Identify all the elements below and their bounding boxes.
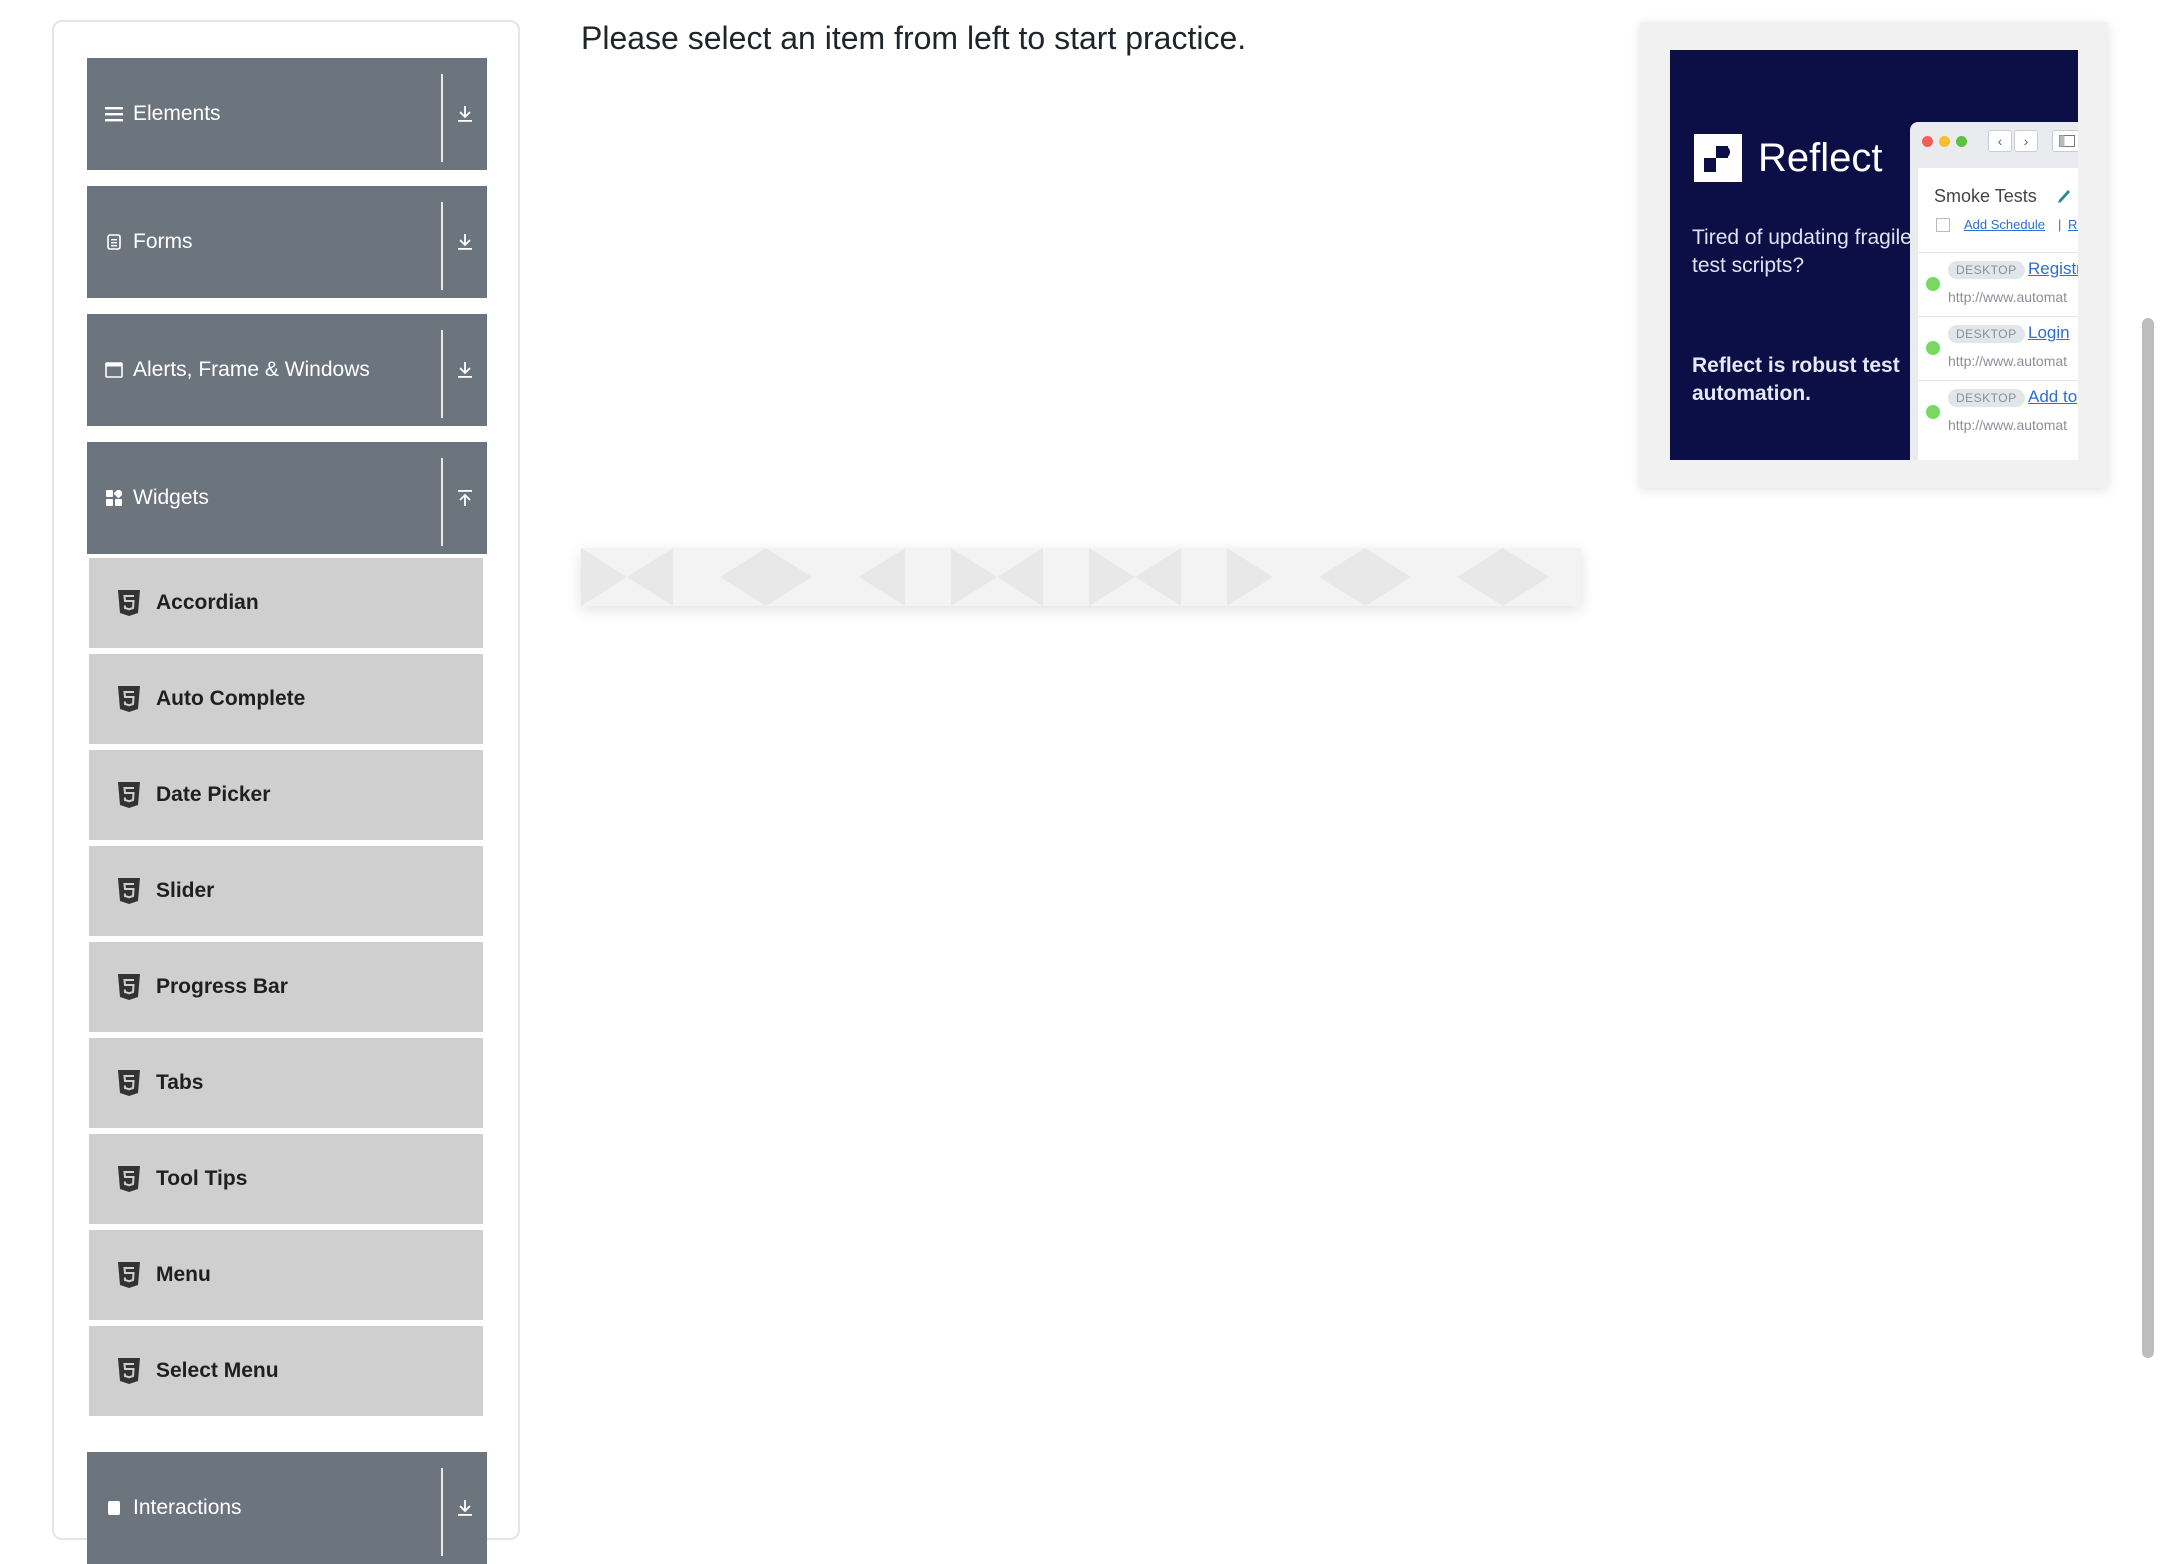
menu-item-slider[interactable]: Slider bbox=[89, 846, 483, 936]
group-label: Interactions bbox=[133, 1496, 242, 1519]
menu-item-tabs[interactable]: Tabs bbox=[89, 1038, 483, 1128]
main-instruction-text: Please select an item from left to start… bbox=[581, 20, 1247, 56]
menu-item-label: Slider bbox=[156, 879, 215, 902]
html5-icon bbox=[116, 1261, 142, 1289]
menu-item-auto-complete[interactable]: Auto Complete bbox=[89, 654, 483, 744]
widgets-icon bbox=[105, 489, 123, 507]
status-dot bbox=[1926, 341, 1940, 355]
group-header-forms[interactable]: Forms bbox=[87, 186, 487, 298]
mock-separator: | bbox=[2058, 217, 2062, 232]
collapse-up-icon[interactable] bbox=[453, 484, 477, 512]
mock-test-link: Add to bbox=[2028, 387, 2078, 406]
window-controls bbox=[1922, 136, 1967, 147]
window-icon bbox=[105, 361, 123, 379]
mock-title: Smoke Tests bbox=[1934, 186, 2037, 206]
banner-ad-placeholder[interactable] bbox=[581, 548, 1581, 606]
menu-item-label: Tool Tips bbox=[156, 1167, 248, 1190]
mock-url: http://www.automat bbox=[1948, 353, 2068, 369]
mock-badge: DESKTOP bbox=[1948, 325, 2025, 343]
reflect-ad[interactable]: Reflect Tired of updating fragile test s… bbox=[1640, 22, 2108, 488]
form-icon bbox=[105, 233, 123, 251]
status-dot bbox=[1926, 405, 1940, 419]
expand-down-icon[interactable] bbox=[453, 356, 477, 384]
reflect-logo-icon bbox=[1694, 134, 1742, 182]
mock-panel: Smoke Tests Add Schedule | Ru DESKTOP Re… bbox=[1918, 168, 2078, 460]
banner-pattern bbox=[581, 548, 1581, 606]
html5-icon bbox=[116, 1069, 142, 1097]
ad-inner: Reflect Tired of updating fragile test s… bbox=[1670, 50, 2078, 460]
html5-icon bbox=[116, 589, 142, 617]
expand-down-icon[interactable] bbox=[453, 100, 477, 128]
menu-item-label: Tabs bbox=[156, 1071, 204, 1094]
reflect-logo: Reflect bbox=[1694, 134, 1883, 182]
chevron-left-icon: ‹ bbox=[1988, 130, 2012, 152]
sidebar-toggle-icon bbox=[2052, 130, 2078, 152]
html5-icon bbox=[116, 877, 142, 905]
expand-down-icon[interactable] bbox=[453, 228, 477, 256]
menu-item-label: Accordian bbox=[156, 591, 259, 614]
menu-item-menu[interactable]: Menu bbox=[89, 1230, 483, 1320]
menu-item-label: Date Picker bbox=[156, 783, 271, 806]
group-header-interactions[interactable]: Interactions bbox=[87, 1452, 487, 1564]
mock-row: DESKTOP Add to http://www.automat bbox=[1918, 380, 2078, 444]
menu-item-accordian[interactable]: Accordian bbox=[89, 558, 483, 648]
group-label: Widgets bbox=[133, 486, 209, 509]
mock-test-link: Login bbox=[2028, 323, 2070, 342]
html5-icon bbox=[116, 1165, 142, 1193]
divider bbox=[441, 1468, 443, 1556]
ad-brand: Reflect bbox=[1758, 135, 1883, 180]
mock-badge: DESKTOP bbox=[1948, 261, 2025, 279]
calendar-icon bbox=[1936, 218, 1950, 232]
status-dot bbox=[1926, 277, 1940, 291]
group-header-elements[interactable]: Elements bbox=[87, 58, 487, 170]
divider bbox=[441, 74, 443, 162]
menu-item-label: Select Menu bbox=[156, 1359, 279, 1382]
mock-row: DESKTOP Login http://www.automat bbox=[1918, 316, 2078, 380]
group-label: Alerts, Frame & Windows bbox=[133, 358, 370, 381]
mock-url: http://www.automat bbox=[1948, 289, 2068, 305]
group-header-alerts-frame-windows[interactable]: Alerts, Frame & Windows bbox=[87, 314, 487, 426]
menu-item-label: Menu bbox=[156, 1263, 211, 1286]
pencil-icon bbox=[2058, 190, 2070, 203]
menu-item-progress-bar[interactable]: Progress Bar bbox=[89, 942, 483, 1032]
html5-icon bbox=[116, 685, 142, 713]
html5-icon bbox=[116, 781, 142, 809]
divider bbox=[441, 202, 443, 290]
mock-run-link: Ru bbox=[2068, 217, 2078, 232]
menu-item-label: Auto Complete bbox=[156, 687, 306, 710]
mock-test-link: Registr bbox=[2028, 259, 2078, 278]
mock-badge: DESKTOP bbox=[1948, 389, 2025, 407]
divider bbox=[441, 458, 443, 546]
mock-add-schedule: Add Schedule bbox=[1964, 217, 2045, 232]
mock-url: http://www.automat bbox=[1948, 417, 2068, 433]
interactions-icon bbox=[105, 1499, 123, 1517]
html5-icon bbox=[116, 1357, 142, 1385]
menu-item-select-menu[interactable]: Select Menu bbox=[89, 1326, 483, 1416]
group-label: Elements bbox=[133, 102, 221, 125]
chevron-right-icon: › bbox=[2014, 130, 2038, 152]
ad-tagline: Tired of updating fragile test scripts? bbox=[1692, 226, 1912, 277]
group-header-widgets[interactable]: Widgets bbox=[87, 442, 487, 554]
expand-down-icon[interactable] bbox=[453, 1494, 477, 1522]
ad-cta: Reflect is robust test automation. bbox=[1692, 354, 1900, 405]
group-label: Forms bbox=[133, 230, 193, 253]
list-icon bbox=[105, 105, 123, 123]
left-panel: Elements Forms Alerts, Frame & Windows W… bbox=[52, 20, 520, 1564]
page-scrollbar[interactable] bbox=[2142, 318, 2154, 1358]
html5-icon bbox=[116, 973, 142, 1001]
menu-item-tool-tips[interactable]: Tool Tips bbox=[89, 1134, 483, 1224]
divider bbox=[441, 330, 443, 418]
mock-browser: ‹ › Smoke Tests Add Schedule | Ru DESKTO… bbox=[1910, 122, 2078, 460]
mock-row: DESKTOP Registr http://www.automat bbox=[1918, 252, 2078, 316]
menu-item-date-picker[interactable]: Date Picker bbox=[89, 750, 483, 840]
menu-item-label: Progress Bar bbox=[156, 975, 288, 998]
